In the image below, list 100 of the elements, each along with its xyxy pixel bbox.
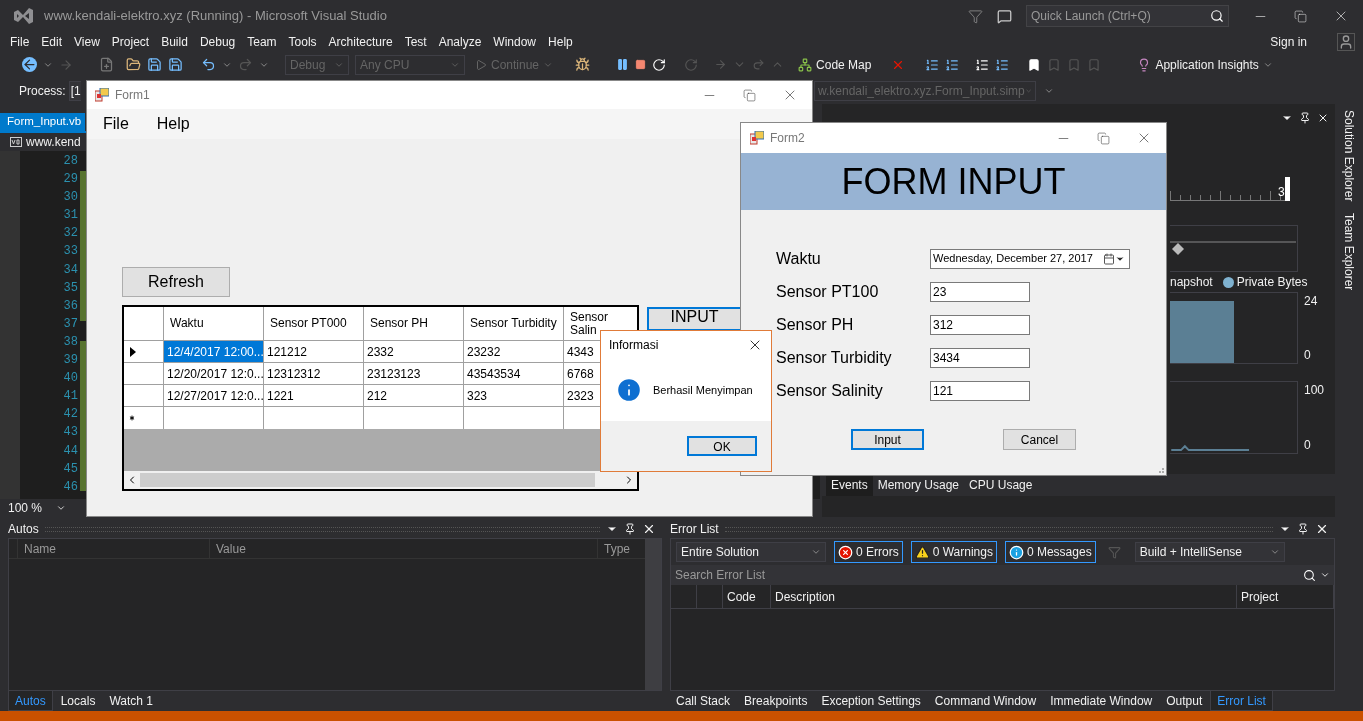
input-field[interactable]: 121 [930,380,1030,401]
menu-item[interactable]: Architecture [322,33,399,51]
menu-item[interactable]: Analyze [432,33,488,51]
column-header: Name [17,539,209,558]
panel-tab[interactable]: Output [1160,691,1209,711]
navigation-dropdown[interactable]: www.kend [26,133,81,151]
bookmark-icon[interactable] [1027,57,1042,72]
source-dropdown[interactable]: Build + IntelliSense [1134,542,1285,562]
input-field[interactable]: 3434 [930,347,1030,368]
diagnostics-tab[interactable]: Memory Usage [872,474,965,496]
menu-item[interactable]: File [4,33,36,51]
new-project-icon[interactable] [99,57,114,72]
restart-icon[interactable] [652,57,667,72]
back-icon[interactable] [22,57,37,72]
menu-item[interactable]: Team [241,33,283,51]
field-label: Waktu [776,248,822,269]
menu-item[interactable]: Tools [282,33,323,51]
avatar-icon[interactable] [1337,33,1355,51]
form-heading: FORM INPUT [741,153,1166,210]
menu-item[interactable]: Project [105,33,156,51]
side-tab[interactable]: Team Explorer [1340,213,1358,291]
panel-tab[interactable]: Error List [1210,691,1273,711]
application-insights-button[interactable]: Application Insights [1137,55,1273,74]
menu-item[interactable]: File [95,112,137,136]
close-icon[interactable] [1315,522,1329,536]
form-button[interactable]: Input [851,429,924,450]
table-cell: 2332 [364,341,464,362]
column-header: Sensor PH [364,307,464,340]
panel-tab[interactable]: Exception Settings [815,691,927,711]
timeline-marker [1284,177,1290,201]
panel-tab[interactable]: Command Window [928,691,1043,711]
undo-icon[interactable] [201,57,216,72]
input-button[interactable]: INPUT [647,307,742,331]
side-tab[interactable]: Solution Explorer [1340,110,1358,202]
panel-tab[interactable]: Watch 1 [103,691,159,711]
table-cell: 43543534 [464,363,564,384]
debug-target-icon[interactable] [575,57,591,72]
menu-item[interactable]: Window [487,33,543,51]
table-cell: 212 [364,385,464,406]
line-number: 30 [63,189,78,207]
panel-tab[interactable]: Call Stack [670,691,737,711]
new-row-icon [128,414,136,422]
pause-icon[interactable] [616,58,630,71]
maximize-icon[interactable] [1097,131,1110,145]
diagram-icon [798,57,813,72]
code-map-button[interactable]: Code Map [798,55,872,74]
caret-icon [1269,547,1280,557]
editor-tab[interactable]: Form_Input.vb [0,113,85,131]
axis-label: 0 [1304,347,1312,364]
legend-label: napshot [1170,274,1213,291]
window-title: Form2 [770,130,805,147]
stop-icon[interactable] [635,59,647,70]
line-number: 33 [63,243,78,261]
menu-item[interactable]: Edit [35,33,69,51]
panel-tab[interactable]: Autos [8,691,53,711]
field-label: Sensor Turbidity [776,347,893,368]
save-all-icon[interactable] [168,57,183,72]
open-folder-icon[interactable] [126,57,141,72]
panel-tab[interactable]: Locals [54,691,102,711]
line-number: 39 [63,352,78,370]
sign-in-link[interactable]: Sign in [1270,33,1307,51]
menu-item[interactable]: Help [542,33,579,51]
quick-launch-field[interactable]: Quick Launch (Ctrl+Q) [1026,5,1229,27]
ok-button[interactable]: OK [687,436,757,456]
scroll-thumb[interactable] [140,473,595,487]
search-field[interactable]: Search Error List [671,565,1334,585]
menu-item[interactable]: Debug [193,33,242,51]
process-dropdown[interactable]: [1 [68,80,81,101]
filter-toggle[interactable]: 0 Messages [1004,541,1096,563]
maximize-icon[interactable] [743,88,756,102]
diagnostics-tab[interactable]: Events [826,474,873,496]
date-picker[interactable]: Wednesday, December 27, 2017 [930,248,1130,269]
close-icon[interactable] [642,522,656,536]
menu-item[interactable]: View [68,33,106,51]
save-icon[interactable] [147,57,162,72]
diagnostics-tab[interactable]: CPU Usage [964,474,1038,496]
menu-item[interactable]: Help [148,112,198,136]
panel-tab[interactable]: Breakpoints [738,691,814,711]
input-field[interactable]: 312 [930,314,1030,335]
refresh-button[interactable]: Refresh [122,267,230,297]
input-field[interactable]: 23 [930,281,1030,302]
pin-icon[interactable] [1299,111,1311,124]
scope-dropdown[interactable]: Entire Solution [676,542,826,562]
panel-tab[interactable]: Immediate Window [1044,691,1159,711]
caret-icon[interactable] [1320,570,1330,580]
feedback-icon[interactable] [997,8,1012,24]
filter-toggle[interactable]: 0 Warnings [910,541,997,563]
pin-icon[interactable] [1297,523,1309,535]
table-cell: 323 [464,385,564,406]
pin-icon[interactable] [624,523,636,535]
filter-toggle[interactable]: 0 Errors [834,541,903,563]
timeline-marker-label: 3 [1278,184,1285,201]
maximize-icon[interactable] [1294,9,1307,23]
zoom-dropdown[interactable]: 100 % [8,499,66,517]
current-row-icon [130,346,136,357]
filter-icon[interactable] [968,8,983,24]
menu-item[interactable]: Build [155,33,194,51]
legend-label: Private Bytes [1236,274,1308,291]
menu-item[interactable]: Test [398,33,433,51]
form-button[interactable]: Cancel [1003,429,1076,450]
